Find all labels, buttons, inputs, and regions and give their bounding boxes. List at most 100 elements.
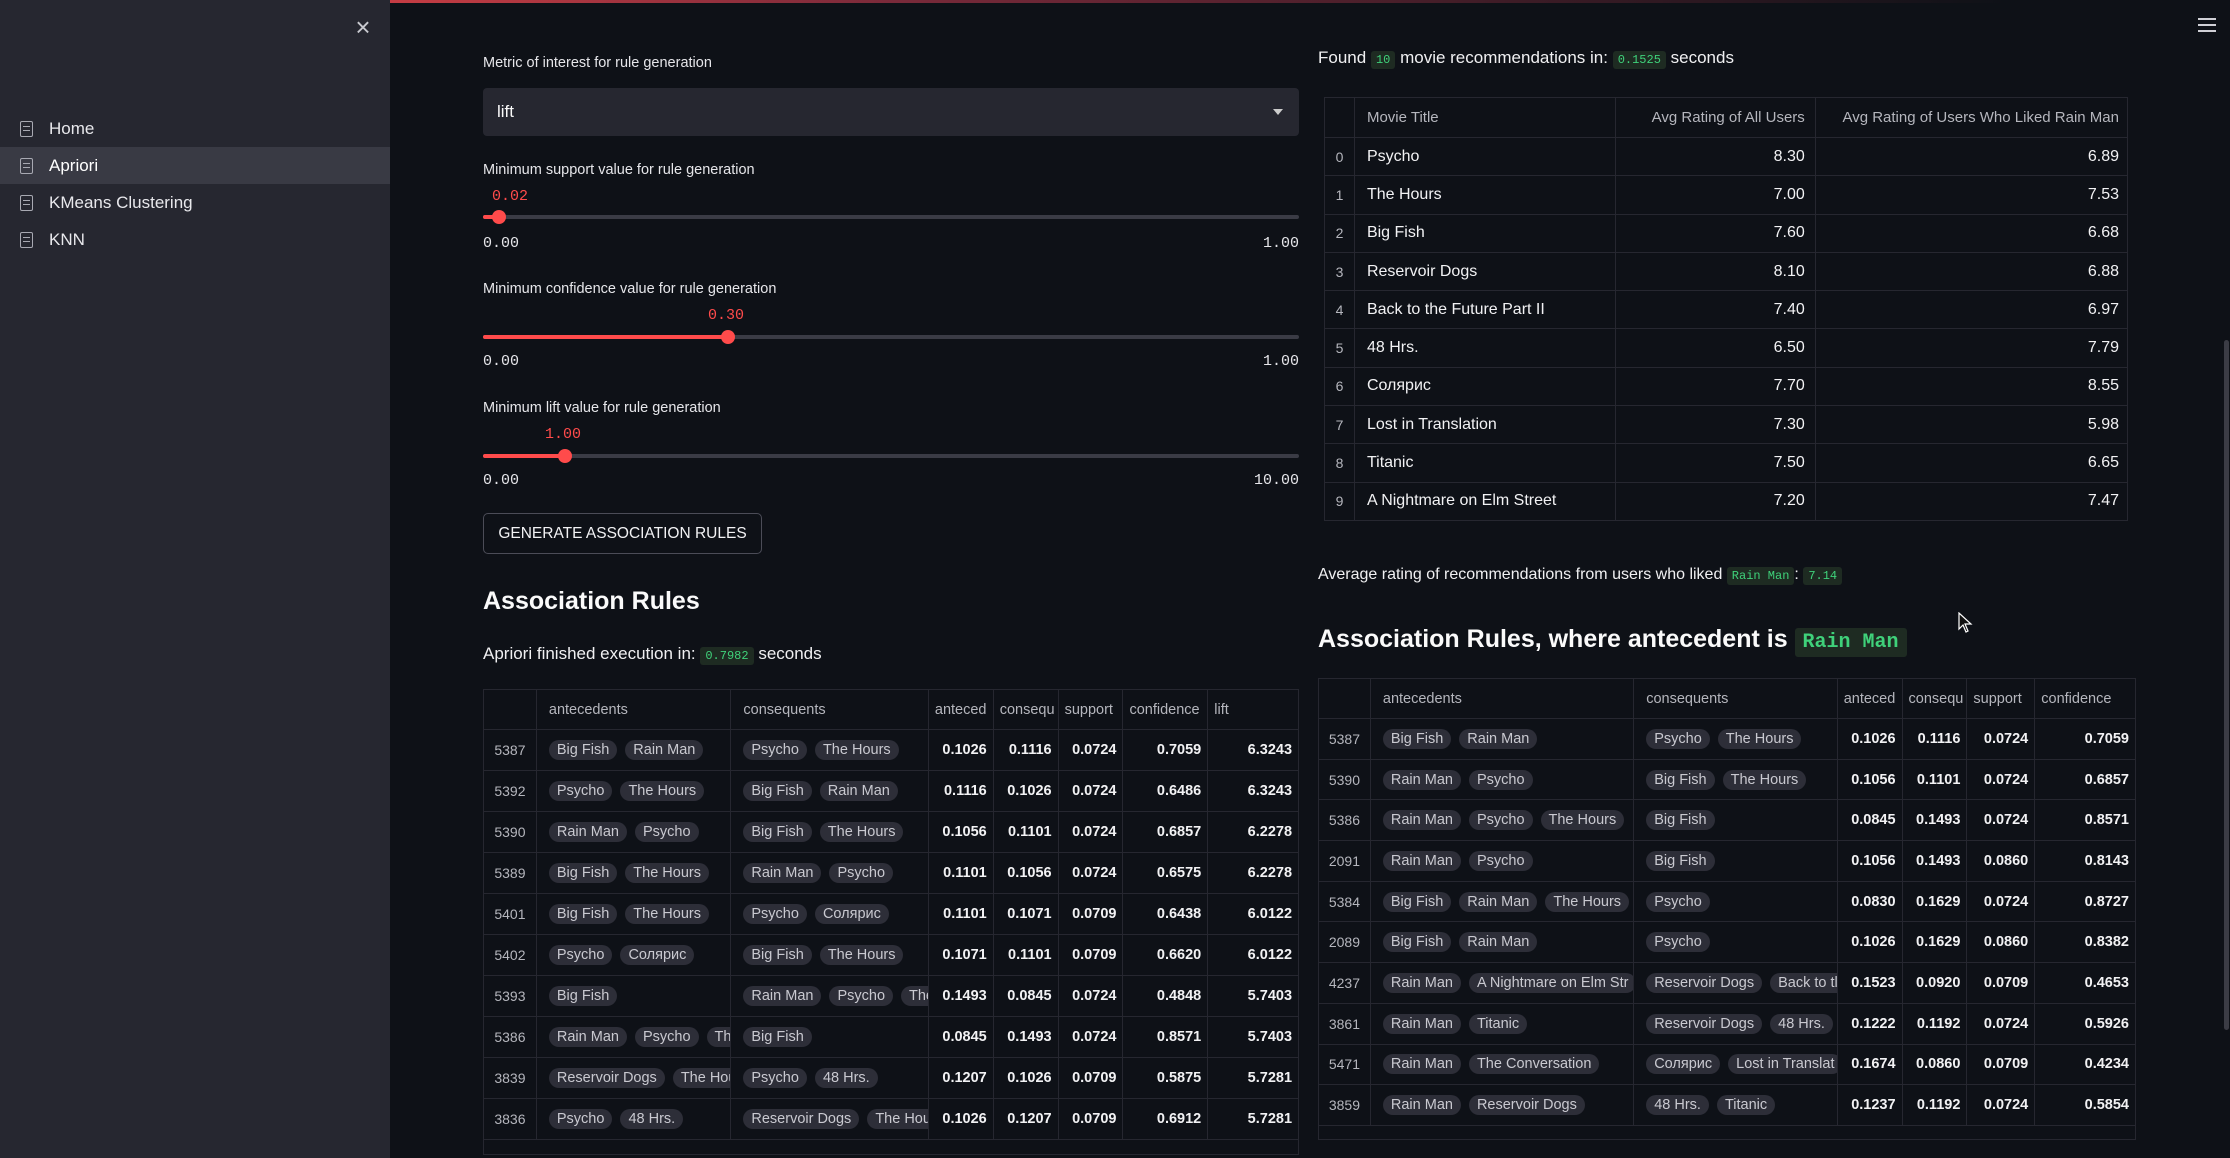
table-row[interactable]: 7 Lost in Translation 7.30 5.98 (1325, 406, 2127, 445)
number-cell: 0.0724 (1059, 812, 1124, 852)
avg-liked-cell: 8.55 (2087, 377, 2119, 395)
table-row[interactable]: 5387 Big Fish Rain Man Psycho The Hours 0.102… (1319, 719, 2135, 760)
row-index: 3859 (1319, 1085, 1371, 1125)
sidebar-nav: Home Apriori KMeans Clustering KNN (0, 110, 390, 258)
column-header[interactable]: consequents (1634, 679, 1838, 718)
table-row[interactable]: 3839 Reservoir Dogs The Hou Psycho 48 Hrs. 0.… (484, 1058, 1298, 1099)
column-header[interactable]: lift (1208, 690, 1298, 729)
table-row[interactable]: 2089 Big Fish Rain Man Psycho 0.1026 0.1629 0.… (1319, 922, 2135, 964)
avg-liked-cell: 6.97 (2087, 300, 2119, 318)
table-row[interactable]: 0 Psycho 8.30 6.89 (1325, 138, 2127, 177)
item-tag: The (706, 1027, 731, 1047)
item-tag: Psycho (634, 1027, 699, 1047)
antecedent-rules-table[interactable]: antecedents consequents anteced consequ … (1318, 678, 2136, 1140)
table-row[interactable]: 3836 Psycho 48 Hrs. Reservoir Dogs The Hou 0.… (484, 1099, 1298, 1140)
table-row[interactable]: 5393 Big Fish Rain Man Psycho The0.14930.084… (484, 976, 1298, 1017)
row-index: 5390 (484, 812, 537, 852)
table-row[interactable]: 3859 Rain Man Reservoir Dogs 48 Hrs. Titanic… (1319, 1085, 2135, 1126)
column-header[interactable]: anteced (1838, 679, 1903, 718)
table-row[interactable]: 4 Back to the Future Part II 7.40 6.97 (1325, 291, 2127, 330)
table-row[interactable]: 5386 Rain Man Psycho The Hours Big Fish 0.084… (1319, 800, 2135, 842)
slider-thumb[interactable] (558, 449, 572, 463)
sidebar-item-knn[interactable]: KNN (0, 221, 390, 258)
item-tag: Big Fish (1646, 850, 1715, 871)
table-row[interactable]: 5386 Rain Man Psycho The Big Fish 0.08450.149… (484, 1017, 1298, 1058)
table-row[interactable]: 5471 Rain Man The Conversation Солярис Lost … (1319, 1044, 2135, 1086)
sidebar-item-home[interactable]: Home (0, 110, 390, 147)
table-row[interactable]: 3861 Rain Man Titanic Reservoir Dogs 48 Hrs.… (1319, 1003, 2135, 1045)
metric-select-value: lift (497, 102, 514, 121)
table-row[interactable]: 2 Big Fish 7.60 6.68 (1325, 214, 2127, 253)
close-sidebar-icon[interactable]: × (350, 14, 376, 40)
item-tag: Rain Man (1382, 1095, 1461, 1116)
table-row[interactable]: 5384 Big Fish Rain Man The Hours Psycho 0.083… (1319, 881, 2135, 923)
sidebar-item-apriori[interactable]: Apriori (0, 147, 390, 184)
table-row[interactable]: 1 The Hours 7.00 7.53 (1325, 176, 2127, 215)
item-tag: The Hours (625, 904, 709, 924)
number-cell: 0.0724 (1059, 771, 1124, 811)
item-tag: Big Fish (548, 863, 618, 883)
number-cell: 0.0724 (1967, 1003, 2036, 1044)
table-row[interactable]: 2091 Rain Man Psycho Big Fish 0.1056 0.1493 0.… (1319, 841, 2135, 882)
table-row[interactable]: 5390 Rain Man Psycho Big Fish The Hours 0.105… (484, 812, 1298, 853)
column-header[interactable]: anteced (929, 690, 994, 729)
column-header[interactable]: consequ (994, 690, 1059, 729)
number-cell: 0.1493 (1903, 841, 1968, 881)
number-cell: 0.1629 (1903, 922, 1968, 963)
lift-slider[interactable]: 1.00 0.00 10.00 (483, 424, 1299, 504)
metric-select[interactable]: lift (483, 88, 1299, 136)
column-header[interactable]: Avg Rating of Users Who Liked Rain Man (1816, 98, 2127, 137)
column-header[interactable]: consequents (731, 690, 929, 729)
number-cell: 0.6438 (1123, 894, 1209, 934)
column-header[interactable]: consequ (1903, 679, 1968, 718)
table-row[interactable]: 8 Titanic 7.50 6.65 (1325, 444, 2127, 483)
number-cell: 6.0122 (1247, 906, 1293, 922)
column-header[interactable]: Avg Rating of All Users (1616, 98, 1816, 137)
generate-association-rules-button[interactable]: GENERATE ASSOCIATION RULES (483, 513, 762, 554)
column-header[interactable]: support (1967, 679, 2036, 718)
hamburger-menu-icon[interactable] (2198, 18, 2216, 32)
number-cell: 0.5875 (1123, 1058, 1209, 1098)
table-row[interactable]: 5392 Psycho The Hours Big Fish Rain Man 0.111… (484, 771, 1298, 812)
item-tag: The Hou (672, 1068, 731, 1088)
slider-thumb[interactable] (721, 330, 735, 344)
confidence-slider[interactable]: 0.30 0.00 1.00 (483, 305, 1299, 385)
number-cell: 0.0724 (1059, 1017, 1124, 1057)
column-header[interactable]: antecedents (537, 690, 732, 729)
exec-prefix: Apriori finished execution in: (483, 644, 696, 663)
row-index: 5390 (1319, 759, 1371, 800)
item-tag: The Hours (814, 740, 899, 760)
item-tag: Big Fish (1646, 810, 1715, 831)
column-header[interactable]: confidence (2035, 679, 2135, 718)
table-row[interactable]: 5389 Big Fish The Hours Rain Man Psycho 0.110… (484, 853, 1298, 894)
table-row[interactable]: 9A Nightmare on Elm Street 7.20 7.47 (1325, 482, 2127, 520)
association-rules-table[interactable]: antecedents consequents anteced consequ … (483, 689, 1299, 1155)
table-row[interactable]: 5387 Big Fish Rain Man Psycho The Hours 0.102… (484, 730, 1298, 771)
table-row[interactable]: 3 Reservoir Dogs 8.10 6.88 (1325, 252, 2127, 292)
support-slider[interactable]: 0.02 0.00 1.00 (483, 186, 1299, 266)
column-header[interactable]: antecedents (1371, 679, 1635, 718)
table-row[interactable]: 4237 Rain Man A Nightmare on Elm Str Reserv… (1319, 963, 2135, 1004)
column-header[interactable]: confidence (1123, 690, 1209, 729)
item-tag: The Hours (1540, 810, 1625, 831)
item-tag: Rain Man (1382, 972, 1461, 993)
number-cell: 5.7281 (1247, 1111, 1293, 1127)
tags-cell: Reservoir Dogs 48 Hrs. (1634, 1003, 1838, 1044)
slider-thumb[interactable] (492, 210, 506, 224)
index-header (1325, 98, 1355, 137)
avg-movie: Rain Man (1726, 567, 1795, 585)
mouse-cursor-icon (1958, 612, 1973, 633)
table-row[interactable]: 6 Солярис 7.70 8.55 (1325, 367, 2127, 407)
table-row[interactable]: 5401 Big Fish The Hours Psycho Солярис 0.1101… (484, 894, 1298, 935)
exec-suffix: seconds (758, 644, 822, 663)
sidebar-item-kmeans[interactable]: KMeans Clustering (0, 184, 390, 221)
recommendations-table[interactable]: Movie Title Avg Rating of All Users Avg … (1324, 97, 2128, 521)
page-scrollbar[interactable] (2224, 340, 2229, 1030)
column-header[interactable]: Movie Title (1355, 98, 1617, 137)
table-row[interactable]: 5 48 Hrs. 6.50 7.79 (1325, 329, 2127, 368)
table-row[interactable]: 5402 Psycho Солярис Big Fish The Hours 0.1071… (484, 935, 1298, 976)
table-row[interactable]: 5390 Rain Man Psycho Big Fish The Hours 0.105… (1319, 759, 2135, 801)
found-suffix: seconds (1670, 48, 1734, 67)
slider-max: 10.00 (1253, 472, 1299, 489)
column-header[interactable]: support (1059, 690, 1124, 729)
